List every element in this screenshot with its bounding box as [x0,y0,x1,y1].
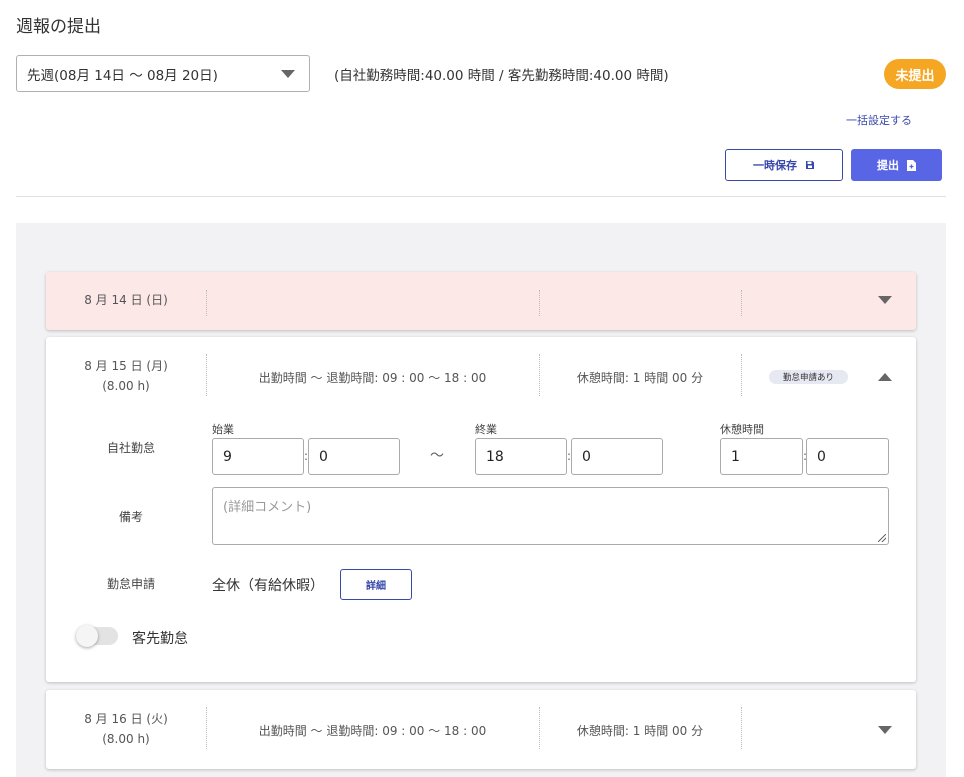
work-time: 出勤時間 〜 退勤時間: 09 : 00 〜 18 : 00 [258,371,487,385]
divider [206,290,207,316]
end-label: 終業 [475,423,497,436]
break-time: 休憩時間: 1 時間 00 分 [576,724,704,738]
day-date: 8 月 15 日 (月) [84,359,168,373]
range-tilde: 〜 [430,448,444,464]
work-time: 出勤時間 〜 退勤時間: 09 : 00 〜 18 : 00 [258,724,487,738]
day-date: 8 月 16 日 (火) [84,712,168,726]
remarks-textarea[interactable]: (詳細コメント) [212,487,889,545]
week-select-value: 先週(08月 14日 〜 08月 20日) [27,67,218,84]
week-select[interactable]: 先週(08月 14日 〜 08月 20日) [16,55,310,92]
floppy-disk-icon [805,160,815,170]
day-card-0814[interactable]: 8 月 14 日 (日) [46,272,916,330]
day-card-0815: 8 月 15 日 (月) (8.00 h) 出勤時間 〜 退勤時間: 09 : … [46,337,916,682]
chevron-down-icon [281,70,295,78]
toggle-knob [76,625,98,647]
leave-request-label: 勤怠申請 [106,577,155,591]
divider [741,290,742,316]
client-attendance-label: 客先勤怠 [132,631,188,647]
day-date: 8 月 14 日 (日) [84,293,168,307]
start-label: 始業 [212,423,234,436]
request-badge: 勤怠申請あり [769,370,848,384]
own-attendance-label: 自社勤怠 [106,441,155,455]
break-hour-input[interactable] [720,438,803,475]
day-header[interactable]: 8 月 14 日 (日) [46,272,916,330]
end-hour-input[interactable] [475,438,567,475]
collapse-chevron-icon[interactable] [878,373,892,381]
page-title: 週報の提出 [16,17,101,37]
day-hours: (8.00 h) [102,732,150,746]
status-badge: 未提出 [884,59,946,89]
day-header[interactable]: 8 月 15 日 (月) (8.00 h) 出勤時間 〜 退勤時間: 09 : … [46,337,916,396]
submit-label: 提出 [877,159,899,172]
day-hours: (8.00 h) [102,379,150,393]
start-minute-input[interactable] [308,438,400,475]
break-minute-input[interactable] [806,438,889,475]
temp-save-button[interactable]: 一時保存 [725,149,843,181]
expand-chevron-icon[interactable] [878,296,892,304]
divider [539,290,540,316]
submit-button[interactable]: 提出 [851,149,942,181]
remarks-label: 備考 [118,510,143,524]
document-add-icon [907,159,916,171]
break-label: 休憩時間 [720,423,764,436]
top-divider [16,196,946,197]
hours-summary: (自社勤務時間:40.00 時間 / 客先勤務時間:40.00 時間) [334,68,669,84]
end-minute-input[interactable] [571,438,663,475]
client-attendance-toggle[interactable] [76,625,118,647]
day-card-0816[interactable]: 8 月 16 日 (火) (8.00 h) 出勤時間 〜 退勤時間: 09 : … [46,690,916,769]
temp-save-label: 一時保存 [753,159,797,172]
resize-grip-icon[interactable] [878,534,886,542]
leave-request-value: 全休（有給休暇） [212,578,324,594]
break-time: 休憩時間: 1 時間 00 分 [576,371,704,385]
divider [741,354,742,396]
expand-chevron-icon[interactable] [878,726,892,734]
leave-detail-button[interactable]: 詳細 [340,569,412,600]
bulk-setting-link[interactable]: 一括設定する [846,112,912,128]
remarks-placeholder: (詳細コメント) [223,500,312,515]
start-hour-input[interactable] [212,438,304,475]
divider [741,707,742,749]
day-header[interactable]: 8 月 16 日 (火) (8.00 h) 出勤時間 〜 退勤時間: 09 : … [46,690,916,749]
